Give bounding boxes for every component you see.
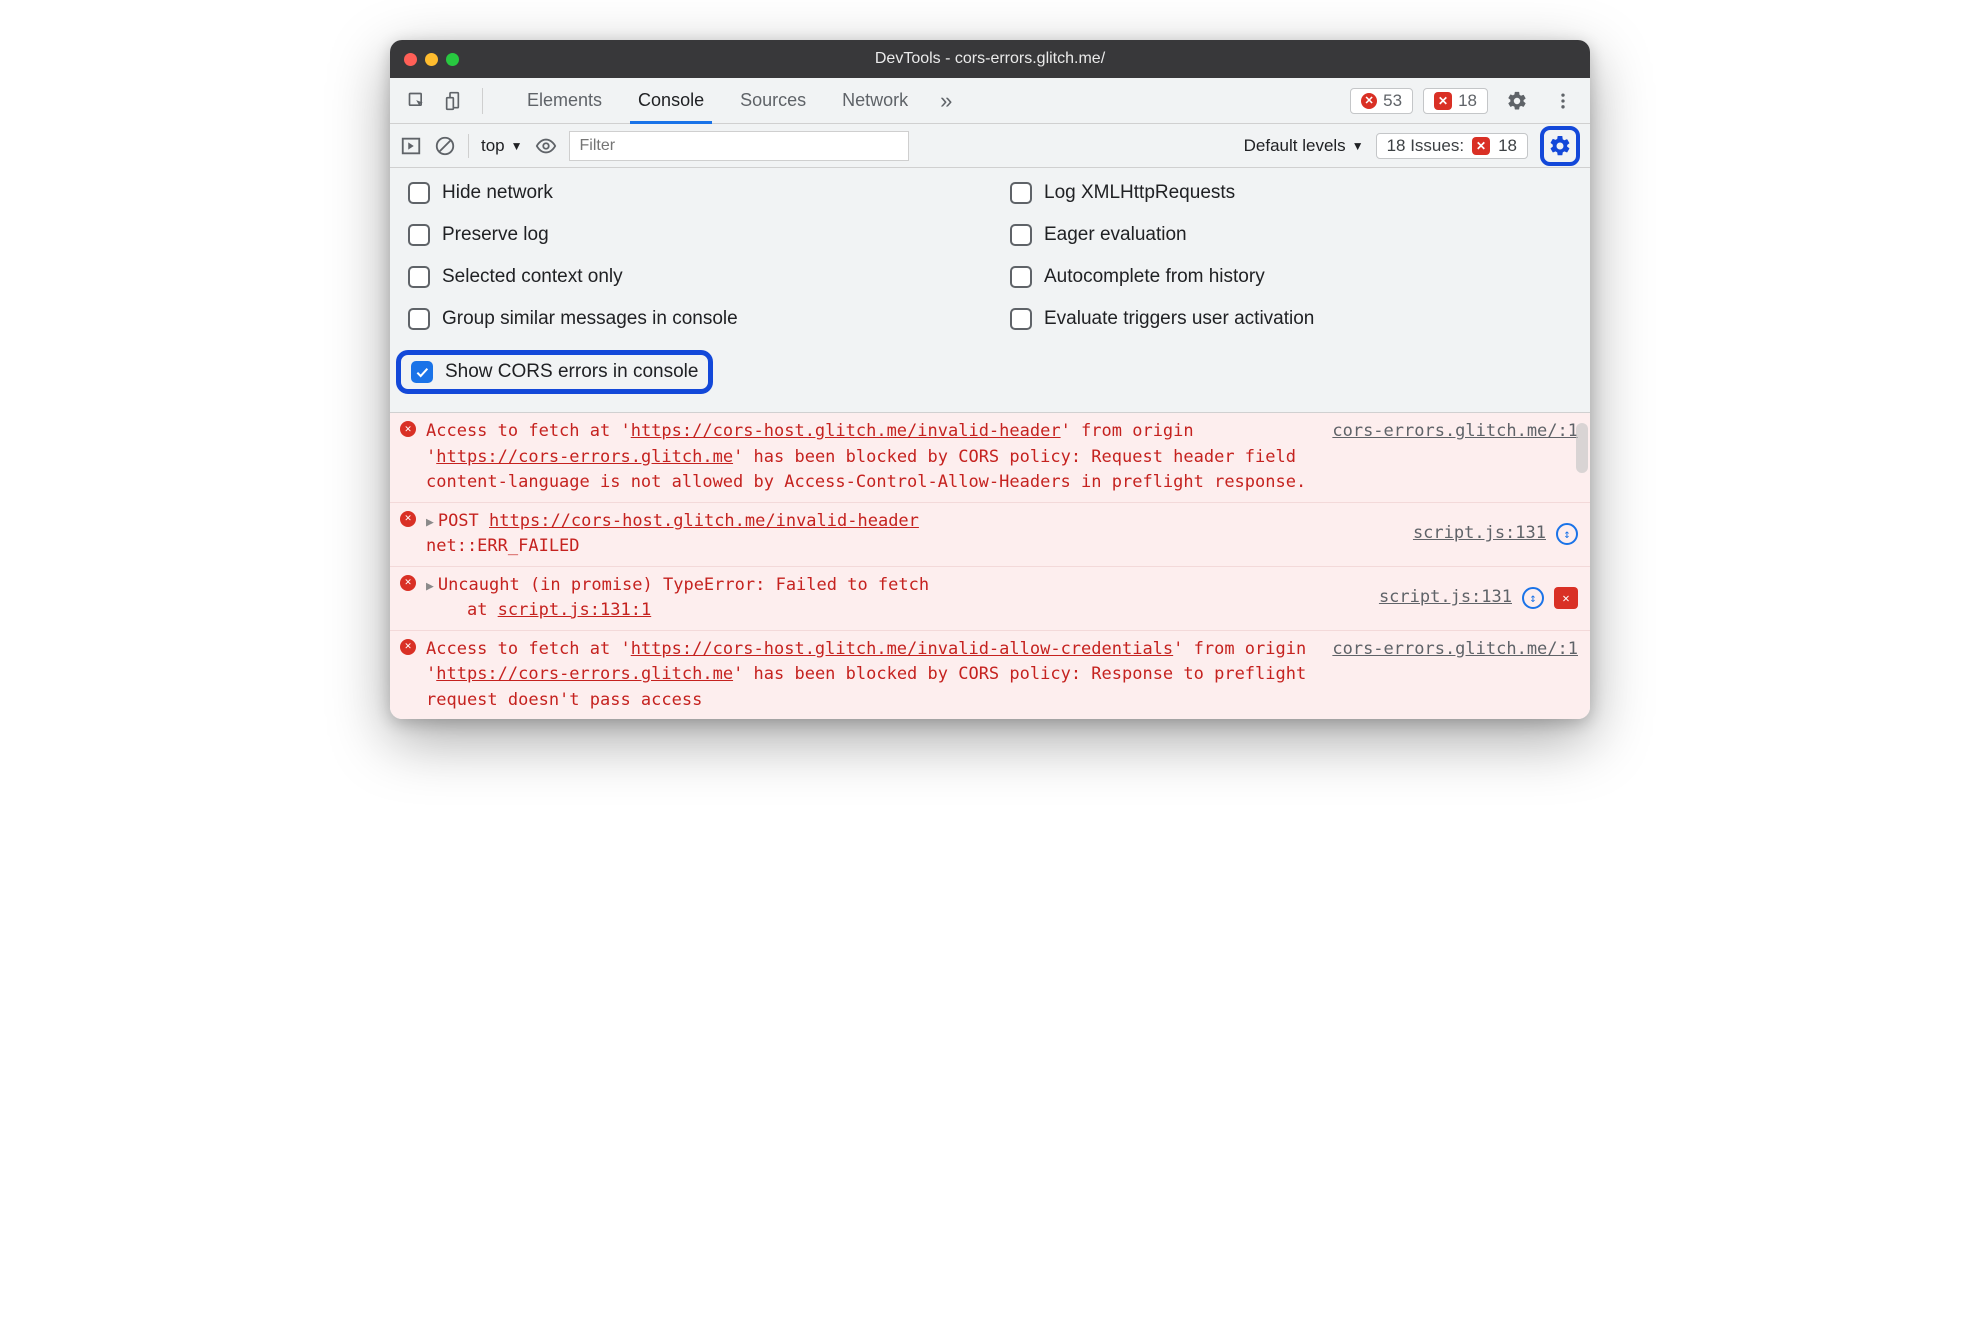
setting-show-cors-errors[interactable]: Show CORS errors in console bbox=[396, 350, 713, 394]
context-label: top bbox=[481, 136, 505, 156]
setting-label: Show CORS errors in console bbox=[445, 361, 698, 383]
setting-label: Selected context only bbox=[442, 266, 623, 288]
error-icon: ✕ bbox=[400, 575, 416, 591]
setting-log-xhr[interactable]: Log XMLHttpRequests bbox=[1010, 182, 1572, 204]
tab-label: Console bbox=[638, 90, 704, 111]
error-circle-icon: ✕ bbox=[1361, 93, 1377, 109]
device-toolbar-icon[interactable] bbox=[438, 84, 472, 118]
dropdown-triangle-icon: ▼ bbox=[511, 139, 523, 153]
setting-label: Evaluate triggers user activation bbox=[1044, 308, 1314, 330]
log-message: Access to fetch at 'https://cors-host.gl… bbox=[426, 419, 1322, 496]
log-source-link[interactable]: cors-errors.glitch.me/:1 bbox=[1332, 419, 1578, 496]
log-entry[interactable]: ✕ Access to fetch at 'https://cors-host.… bbox=[390, 631, 1590, 720]
devtools-window: DevTools - cors-errors.glitch.me/ Elemen… bbox=[390, 40, 1590, 719]
console-settings-panel: Hide network Log XMLHttpRequests Preserv… bbox=[390, 168, 1590, 413]
issues-count: 18 bbox=[1498, 136, 1517, 156]
log-message: ▶POST https://cors-host.glitch.me/invali… bbox=[426, 509, 1403, 560]
tab-label: Network bbox=[842, 90, 908, 111]
tab-label: Elements bbox=[527, 90, 602, 111]
setting-label: Autocomplete from history bbox=[1044, 266, 1265, 288]
clear-console-icon[interactable] bbox=[434, 135, 456, 157]
console-subtoolbar: top ▼ Default levels ▼ 18 Issues: ✕ 18 bbox=[390, 124, 1590, 168]
issues-count: 18 bbox=[1458, 91, 1477, 111]
filter-input[interactable] bbox=[569, 131, 909, 161]
log-entry[interactable]: ✕ ▶Uncaught (in promise) TypeError: Fail… bbox=[390, 567, 1590, 631]
divider bbox=[482, 88, 483, 114]
issues-pill[interactable]: 18 Issues: ✕ 18 bbox=[1376, 133, 1528, 159]
context-selector[interactable]: top ▼ bbox=[481, 136, 523, 156]
log-levels-selector[interactable]: Default levels ▼ bbox=[1244, 136, 1364, 156]
log-source-link[interactable]: script.js:131 bbox=[1379, 585, 1512, 611]
checkbox-icon bbox=[408, 224, 430, 246]
issue-flag-icon[interactable]: ✕ bbox=[1554, 587, 1578, 609]
setting-label: Log XMLHttpRequests bbox=[1044, 182, 1235, 204]
setting-show-cors-errors-wrapper: Show CORS errors in console bbox=[408, 350, 970, 394]
setting-preserve-log[interactable]: Preserve log bbox=[408, 224, 970, 246]
errors-badge[interactable]: ✕ 53 bbox=[1350, 88, 1413, 114]
issues-label: 18 Issues: bbox=[1387, 136, 1465, 156]
issues-badge[interactable]: ✕ 18 bbox=[1423, 88, 1488, 114]
panel-tabs: Elements Console Sources Network bbox=[509, 78, 926, 124]
close-window-button[interactable] bbox=[404, 53, 417, 66]
console-log-area: ✕ Access to fetch at 'https://cors-host.… bbox=[390, 413, 1590, 719]
console-settings-gear-icon[interactable] bbox=[1540, 126, 1580, 166]
checkbox-checked-icon bbox=[411, 361, 433, 383]
checkbox-icon bbox=[408, 182, 430, 204]
levels-label: Default levels bbox=[1244, 136, 1346, 156]
setting-group-similar[interactable]: Group similar messages in console bbox=[408, 308, 970, 330]
checkbox-icon bbox=[1010, 266, 1032, 288]
checkbox-icon bbox=[408, 266, 430, 288]
error-icon: ✕ bbox=[400, 421, 416, 437]
checkbox-icon bbox=[1010, 224, 1032, 246]
checkbox-icon bbox=[408, 308, 430, 330]
traffic-lights bbox=[404, 53, 459, 66]
kebab-menu-icon[interactable] bbox=[1546, 84, 1580, 118]
setting-selected-context[interactable]: Selected context only bbox=[408, 266, 970, 288]
window-title: DevTools - cors-errors.glitch.me/ bbox=[875, 50, 1105, 68]
issue-square-icon: ✕ bbox=[1434, 92, 1452, 110]
log-entry[interactable]: ✕ Access to fetch at 'https://cors-host.… bbox=[390, 413, 1590, 503]
initiator-icon[interactable]: ↕ bbox=[1522, 587, 1544, 609]
tab-network[interactable]: Network bbox=[824, 78, 926, 124]
setting-autocomplete-history[interactable]: Autocomplete from history bbox=[1010, 266, 1572, 288]
setting-eager-eval[interactable]: Eager evaluation bbox=[1010, 224, 1572, 246]
zoom-window-button[interactable] bbox=[446, 53, 459, 66]
live-expression-icon[interactable] bbox=[535, 135, 557, 157]
setting-label: Group similar messages in console bbox=[442, 308, 738, 330]
more-tabs-icon[interactable]: » bbox=[940, 88, 952, 114]
setting-label: Hide network bbox=[442, 182, 553, 204]
scrollbar-thumb[interactable] bbox=[1576, 423, 1588, 473]
errors-count: 53 bbox=[1383, 91, 1402, 111]
expand-triangle-icon[interactable]: ▶ bbox=[426, 579, 434, 594]
setting-eval-user-activation[interactable]: Evaluate triggers user activation bbox=[1010, 308, 1572, 330]
toggle-drawer-icon[interactable] bbox=[400, 135, 422, 157]
setting-label: Preserve log bbox=[442, 224, 549, 246]
setting-hide-network[interactable]: Hide network bbox=[408, 182, 970, 204]
issue-square-icon: ✕ bbox=[1472, 137, 1490, 155]
error-icon: ✕ bbox=[400, 511, 416, 527]
tab-elements[interactable]: Elements bbox=[509, 78, 620, 124]
tab-sources[interactable]: Sources bbox=[722, 78, 824, 124]
setting-label: Eager evaluation bbox=[1044, 224, 1187, 246]
checkbox-icon bbox=[1010, 308, 1032, 330]
divider bbox=[468, 134, 469, 158]
initiator-icon[interactable]: ↕ bbox=[1556, 523, 1578, 545]
log-entry[interactable]: ✕ ▶POST https://cors-host.glitch.me/inva… bbox=[390, 503, 1590, 567]
titlebar: DevTools - cors-errors.glitch.me/ bbox=[390, 40, 1590, 78]
tab-label: Sources bbox=[740, 90, 806, 111]
tab-console[interactable]: Console bbox=[620, 78, 722, 124]
inspect-element-icon[interactable] bbox=[400, 84, 434, 118]
log-message: ▶Uncaught (in promise) TypeError: Failed… bbox=[426, 573, 1369, 624]
expand-triangle-icon[interactable]: ▶ bbox=[426, 515, 434, 530]
dropdown-triangle-icon: ▼ bbox=[1352, 139, 1364, 153]
error-icon: ✕ bbox=[400, 639, 416, 655]
minimize-window-button[interactable] bbox=[425, 53, 438, 66]
main-toolbar: Elements Console Sources Network » ✕ 53 … bbox=[390, 78, 1590, 124]
log-source-link[interactable]: script.js:131 bbox=[1413, 521, 1546, 547]
log-source-link[interactable]: cors-errors.glitch.me/:1 bbox=[1332, 637, 1578, 714]
settings-gear-icon[interactable] bbox=[1500, 84, 1534, 118]
checkbox-icon bbox=[1010, 182, 1032, 204]
log-message: Access to fetch at 'https://cors-host.gl… bbox=[426, 637, 1322, 714]
